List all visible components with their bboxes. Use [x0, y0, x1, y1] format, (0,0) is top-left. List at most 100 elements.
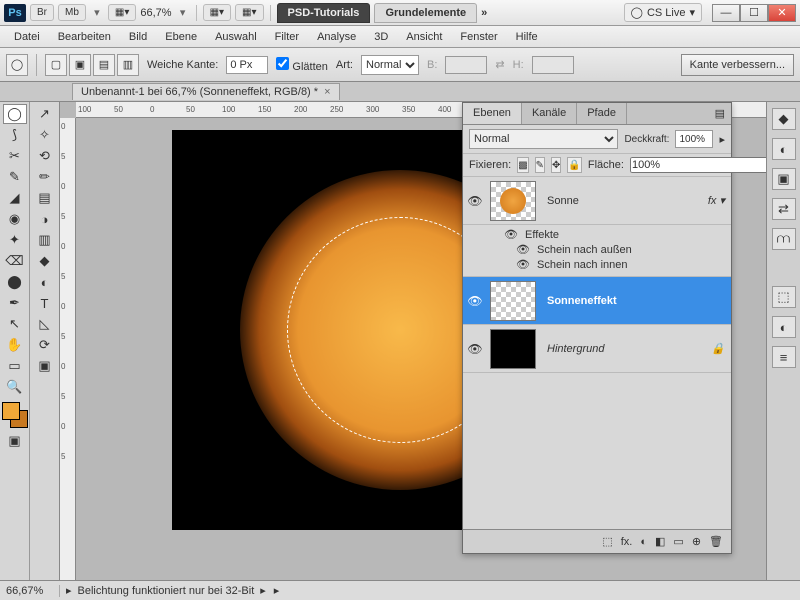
arrange-docs[interactable]: ▦▾: [203, 4, 231, 21]
minibridge-chip[interactable]: Mb: [58, 4, 86, 21]
color-swatches[interactable]: [2, 402, 28, 430]
layer-name[interactable]: Sonne: [539, 195, 579, 207]
refine-edge-button[interactable]: Kante verbessern...: [681, 54, 794, 76]
selection-add-icon[interactable]: ▣: [69, 54, 91, 76]
tool-dodge[interactable]: ⬤: [3, 272, 27, 292]
delete-layer-icon[interactable]: 🗑: [709, 535, 723, 548]
dock-styles-icon[interactable]: ▣: [772, 168, 796, 190]
tool-sponge[interactable]: ◐: [33, 272, 57, 292]
add-mask-icon[interactable]: ◐: [640, 536, 647, 548]
style-select[interactable]: Normal: [361, 55, 419, 75]
fill-input[interactable]: [630, 157, 766, 173]
layer-thumbnail[interactable]: [490, 281, 536, 321]
blend-mode-select[interactable]: Normal: [469, 129, 618, 149]
menu-auswahl[interactable]: Auswahl: [207, 28, 265, 46]
visibility-icon[interactable]: 👁: [515, 243, 531, 256]
selection-new-icon[interactable]: ▢: [45, 54, 67, 76]
tool-marquee-ellipse[interactable]: ◯: [3, 104, 27, 124]
titlebar-zoom[interactable]: 66,7%: [140, 7, 171, 19]
dock-color-icon[interactable]: ◆: [772, 108, 796, 130]
tool-rotate[interactable]: ⟳: [33, 335, 57, 355]
effects-header[interactable]: Effekte: [525, 229, 559, 241]
quickmask-icon[interactable]: ▣: [3, 431, 27, 451]
opacity-input[interactable]: [675, 130, 713, 148]
layer-row[interactable]: 👁 Hintergrund 🔒: [463, 325, 731, 373]
maximize-button[interactable]: ☐: [740, 4, 768, 22]
status-dropdown-icon[interactable]: ▸: [274, 584, 280, 597]
layer-row[interactable]: 👁 Sonneneffekt: [463, 277, 731, 325]
menu-3d[interactable]: 3D: [366, 28, 396, 46]
tool-shape[interactable]: ◺: [33, 314, 57, 334]
selection-int-icon[interactable]: ▥: [117, 54, 139, 76]
tool-history-brush[interactable]: ◑: [33, 209, 57, 229]
tool-clone[interactable]: ◉: [3, 209, 27, 229]
extras[interactable]: ▦▾: [235, 4, 263, 21]
layer-row[interactable]: 👁 ↖ Sonne fx ▾: [463, 177, 731, 225]
minimize-button[interactable]: —: [712, 4, 740, 22]
fx-badge[interactable]: fx ▾: [708, 194, 725, 207]
tool-eyedropper[interactable]: ✎: [3, 167, 27, 187]
chevron-right-icon[interactable]: ▸: [719, 133, 725, 146]
tool-move[interactable]: ↗: [33, 104, 57, 124]
menu-bearbeiten[interactable]: Bearbeiten: [50, 28, 119, 46]
tab-kanaele[interactable]: Kanäle: [522, 103, 577, 124]
layer-thumbnail[interactable]: [490, 329, 536, 369]
visibility-icon[interactable]: 👁: [463, 294, 487, 308]
visibility-icon[interactable]: 👁: [463, 342, 487, 356]
layer-name[interactable]: Sonneneffekt: [539, 295, 617, 307]
dock-actions-icon[interactable]: ◐: [772, 316, 796, 338]
feather-input[interactable]: [226, 56, 268, 74]
workspace-tab-dark[interactable]: PSD-Tutorials: [277, 3, 371, 23]
tool-eraser[interactable]: ✦: [3, 230, 27, 250]
dropdown-icon[interactable]: ▾: [176, 6, 190, 19]
lock-position-icon[interactable]: ✥: [551, 157, 561, 173]
document-tab[interactable]: Unbenannt-1 bei 66,7% (Sonneneffekt, RGB…: [72, 83, 340, 100]
selection-sub-icon[interactable]: ▤: [93, 54, 115, 76]
tool-lasso[interactable]: ⟆: [3, 125, 27, 145]
layer-name[interactable]: Hintergrund: [539, 343, 604, 355]
visibility-icon[interactable]: 👁: [463, 194, 487, 208]
tool-ruler[interactable]: ✏: [33, 167, 57, 187]
workspace-tab-light[interactable]: Grundelemente: [374, 3, 477, 23]
layer-thumbnail[interactable]: ↖: [490, 181, 536, 221]
tool-3d[interactable]: ▭: [3, 356, 27, 376]
new-group-icon[interactable]: ▭: [673, 535, 683, 548]
tool-zoom[interactable]: 🔍: [3, 377, 27, 397]
menu-hilfe[interactable]: Hilfe: [508, 28, 546, 46]
dock-adjust-icon[interactable]: ⇄: [772, 198, 796, 220]
status-zoom[interactable]: 66,67%: [6, 585, 60, 597]
new-layer-icon[interactable]: ⊕: [692, 535, 701, 548]
tab-pfade[interactable]: Pfade: [577, 103, 627, 124]
antialias-checkbox[interactable]: Glätten: [276, 57, 328, 73]
dock-masks-icon[interactable]: ⩋: [772, 228, 796, 250]
tool-sharpen[interactable]: ◆: [33, 251, 57, 271]
lock-pixels-icon[interactable]: ✎: [535, 157, 545, 173]
link-layers-icon[interactable]: ⬚: [602, 535, 612, 548]
menu-filter[interactable]: Filter: [267, 28, 307, 46]
lock-transparency-icon[interactable]: ▩: [517, 157, 528, 173]
tool-preset-icon[interactable]: ◯: [6, 54, 28, 76]
tool-path-select[interactable]: ↖: [3, 314, 27, 334]
menu-datei[interactable]: Datei: [6, 28, 48, 46]
tool-pen[interactable]: ✒: [3, 293, 27, 313]
dock-history-icon[interactable]: ⬚: [772, 286, 796, 308]
fg-color-swatch[interactable]: [2, 402, 20, 420]
close-button[interactable]: ✕: [768, 4, 796, 22]
dock-layers-icon[interactable]: ≡: [772, 346, 796, 368]
tool-crop[interactable]: ✂: [3, 146, 27, 166]
tool-hand[interactable]: ✋: [3, 335, 27, 355]
status-nav-icon[interactable]: ▸: [260, 584, 266, 597]
tool-brush[interactable]: ▤: [33, 188, 57, 208]
dock-swatches-icon[interactable]: ◐: [772, 138, 796, 160]
tool-wand[interactable]: ✧: [33, 125, 57, 145]
dropdown-icon[interactable]: ▾: [90, 6, 104, 19]
menu-analyse[interactable]: Analyse: [309, 28, 364, 46]
new-adjustment-icon[interactable]: ◧: [655, 535, 665, 548]
close-tab-icon[interactable]: ×: [324, 86, 330, 98]
tool-blur[interactable]: ⌫: [3, 251, 27, 271]
effect-inner-glow[interactable]: Schein nach innen: [537, 259, 628, 271]
status-nav-icon[interactable]: ▸: [66, 584, 72, 597]
tool-slice[interactable]: ⟲: [33, 146, 57, 166]
tool-gradient[interactable]: ▥: [33, 230, 57, 250]
screen-mode[interactable]: ▦▾: [108, 4, 136, 21]
